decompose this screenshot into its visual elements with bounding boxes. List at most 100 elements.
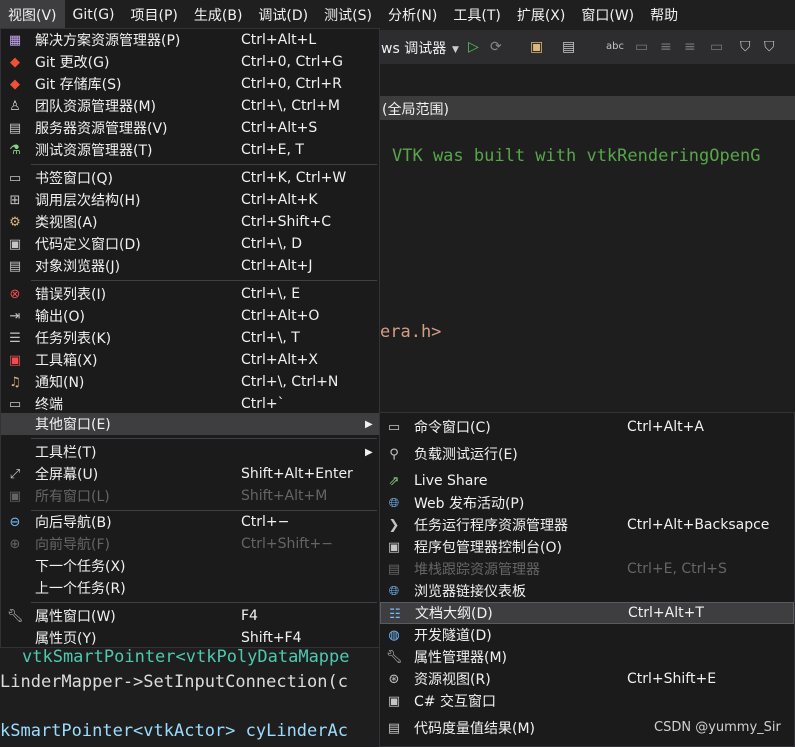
navigate-back-icon: ⊖ <box>9 514 21 530</box>
code-comment: VTK was built with vtkRenderingOpenG <box>392 146 761 166</box>
menu-build[interactable]: 生成(B) <box>186 0 251 30</box>
menu-item-task-list[interactable]: ☰ 任务列表(K) Ctrl+\, T <box>1 327 379 349</box>
uncomment-icon[interactable]: ▭ <box>710 38 723 56</box>
code-line: LinderMapper->SetInputConnection(c <box>0 672 348 692</box>
debugger-dropdown[interactable]: ws 调试器 <box>381 38 446 58</box>
menu-item-property-pages[interactable]: 属性页(Y) Shift+F4 <box>1 627 379 649</box>
chevron-right-icon: ❯ <box>388 517 400 533</box>
menu-item-solution-explorer[interactable]: ▦ 解决方案资源管理器(P) Ctrl+Alt+L <box>1 29 379 51</box>
menu-tools[interactable]: 工具(T) <box>445 0 508 30</box>
layout-icon[interactable]: ▤ <box>562 38 575 56</box>
menu-item-object-browser[interactable]: ▤ 对象浏览器(J) Ctrl+Alt+J <box>1 255 379 277</box>
menu-item-toolbox[interactable]: ▣ 工具箱(X) Ctrl+Alt+X <box>1 349 379 371</box>
submenu-item-dev-tunnel[interactable]: ◍ 开发隧道(D) <box>380 624 794 646</box>
menu-separator <box>31 438 377 439</box>
class-view-icon: ⚙ <box>9 214 21 230</box>
menu-test[interactable]: 测试(S) <box>316 0 380 30</box>
bookmark-next-icon[interactable]: ⛉ <box>764 38 775 56</box>
comment-icon[interactable]: ▭ <box>635 38 648 56</box>
indent-icon[interactable]: ≡ <box>660 38 672 56</box>
solution-explorer-icon: ▦ <box>8 32 22 48</box>
folder-icon[interactable]: ▣ <box>530 38 543 56</box>
menu-view[interactable]: 视图(V) <box>0 0 65 30</box>
menu-separator <box>31 280 377 281</box>
menu-item-terminal[interactable]: ▭ 终端 Ctrl+` <box>1 393 379 415</box>
submenu-arrow-icon: ▶ <box>365 418 373 430</box>
command-window-icon: ▭ <box>387 419 401 435</box>
watermark: CSDN @yummy_Sir <box>654 720 781 735</box>
submenu-item-browser-link[interactable]: 🌐︎ 浏览器链接仪表板 <box>380 580 794 602</box>
menu-item-bookmark-window[interactable]: ▭ 书签窗口(Q) Ctrl+K, Ctrl+W <box>1 167 379 189</box>
call-hierarchy-icon: ⊞ <box>9 192 21 208</box>
stack-trace-icon: ▤ <box>387 561 401 577</box>
submenu-arrow-icon: ▶ <box>365 446 373 458</box>
menu-item-toolbars[interactable]: 工具栏(T) ▶ <box>1 441 379 463</box>
submenu-item-package-console[interactable]: ▣ 程序包管理器控制台(O) <box>380 536 794 558</box>
package-console-icon: ▣ <box>387 539 401 555</box>
bookmark-icon[interactable]: ⛉ <box>740 38 751 56</box>
resource-view-icon: ⊛ <box>388 671 400 687</box>
error-list-icon: ⊗ <box>9 286 21 302</box>
menu-item-other-windows[interactable]: 其他窗口(E) ▶ <box>1 413 379 435</box>
live-share-icon: ⇗ <box>388 473 400 489</box>
menu-debug[interactable]: 调试(D) <box>250 0 316 30</box>
menu-git[interactable]: Git(G) <box>65 0 123 30</box>
menu-separator <box>31 164 377 165</box>
menu-item-call-hierarchy[interactable]: ⊞ 调用层次结构(H) Ctrl+Alt+K <box>1 189 379 211</box>
property-manager-icon: 🔧︎ <box>385 649 403 665</box>
scope-dropdown[interactable]: (全局范围) <box>382 99 449 119</box>
menu-analyze[interactable]: 分析(N) <box>380 0 445 30</box>
hot-reload-icon[interactable]: ⟳ <box>490 38 502 56</box>
menu-item-git-repository[interactable]: ◆ Git 存储库(S) Ctrl+0, Ctrl+R <box>1 73 379 95</box>
menu-item-next-task[interactable]: 下一个任务(X) <box>1 555 379 577</box>
server-explorer-icon: ▤ <box>8 120 22 136</box>
menu-project[interactable]: 项目(P) <box>123 0 186 30</box>
submenu-item-task-runner[interactable]: ❯ 任务运行程序资源管理器 Ctrl+Alt+Backsapce <box>380 514 794 536</box>
spellcheck-icon[interactable]: abc <box>606 38 624 56</box>
csharp-interactive-icon: ▣ <box>387 693 401 709</box>
output-icon: ⇥ <box>9 308 21 324</box>
git-changes-icon: ◆ <box>10 54 20 70</box>
submenu-item-document-outline[interactable]: ☷ 文档大纲(D) Ctrl+Alt+T <box>380 602 794 624</box>
menu-item-properties-window[interactable]: 🔧︎ 属性窗口(W) F4 <box>1 605 379 627</box>
menu-window[interactable]: 窗口(W) <box>573 0 642 30</box>
menu-item-notifications[interactable]: ♫ 通知(N) Ctrl+\, Ctrl+N <box>1 371 379 393</box>
menu-item-previous-task[interactable]: 上一个任务(R) <box>1 577 379 599</box>
submenu-item-stack-trace: ▤ 堆栈跟踪资源管理器 Ctrl+E, Ctrl+S <box>380 558 794 580</box>
code-line: vtkSmartPointer<vtkPolyDataMappe <box>22 647 350 667</box>
menu-extensions[interactable]: 扩展(X) <box>509 0 574 30</box>
menu-item-server-explorer[interactable]: ▤ 服务器资源管理器(V) Ctrl+Alt+S <box>1 117 379 139</box>
menu-item-code-definition[interactable]: ▣ 代码定义窗口(D) Ctrl+\, D <box>1 233 379 255</box>
object-browser-icon: ▤ <box>8 258 22 274</box>
submenu-item-property-manager[interactable]: 🔧︎ 属性管理器(M) <box>380 646 794 668</box>
menu-item-class-view[interactable]: ⚙ 类视图(A) Ctrl+Shift+C <box>1 211 379 233</box>
other-windows-submenu: ▭ 命令窗口(C) Ctrl+Alt+A ⚲ 负载测试运行(E) ⇗ Live … <box>379 412 795 747</box>
submenu-item-command-window[interactable]: ▭ 命令窗口(C) Ctrl+Alt+A <box>380 416 794 438</box>
wrench-icon: 🔧︎ <box>6 608 24 624</box>
dropdown-arrow-icon[interactable]: ▼ <box>452 41 459 59</box>
code-include: era.h> <box>380 322 442 342</box>
menu-item-error-list[interactable]: ⊗ 错误列表(I) Ctrl+\, E <box>1 283 379 305</box>
code-metrics-icon: ▤ <box>387 720 401 736</box>
submenu-item-live-share[interactable]: ⇗ Live Share <box>380 470 794 492</box>
submenu-item-resource-view[interactable]: ⊛ 资源视图(R) Ctrl+Shift+E <box>380 668 794 690</box>
menu-item-test-explorer[interactable]: ⚗ 测试资源管理器(T) Ctrl+E, T <box>1 139 379 161</box>
code-line: kSmartPointer<vtkActor> cyLinderAc <box>0 721 348 741</box>
menu-item-navigate-back[interactable]: ⊖ 向后导航(B) Ctrl+− <box>1 511 379 533</box>
submenu-item-load-test[interactable]: ⚲ 负载测试运行(E) <box>380 443 794 465</box>
menu-item-team-explorer[interactable]: ♙ 团队资源管理器(M) Ctrl+\, Ctrl+M <box>1 95 379 117</box>
load-test-icon: ⚲ <box>389 446 399 462</box>
view-menu-dropdown: ▦ 解决方案资源管理器(P) Ctrl+Alt+L ◆ Git 更改(G) Ct… <box>0 28 380 648</box>
submenu-item-csharp-interactive[interactable]: ▣ C# 交互窗口 <box>380 690 794 712</box>
dev-tunnel-icon: ◍ <box>388 627 400 643</box>
all-windows-icon: ▣ <box>8 488 22 504</box>
toolbox-icon: ▣ <box>8 352 22 368</box>
menu-help[interactable]: 帮助 <box>642 0 686 30</box>
outdent-icon[interactable]: ≡ <box>684 38 696 56</box>
start-debug-icon[interactable]: ▷ <box>468 38 479 56</box>
submenu-item-web-publish[interactable]: 🌐︎ Web 发布活动(P) <box>380 492 794 514</box>
menu-item-output[interactable]: ⇥ 输出(O) Ctrl+Alt+O <box>1 305 379 327</box>
task-list-icon: ☰ <box>9 330 21 346</box>
menu-item-full-screen[interactable]: ⤢ 全屏幕(U) Shift+Alt+Enter <box>1 463 379 485</box>
menu-item-git-changes[interactable]: ◆ Git 更改(G) Ctrl+0, Ctrl+G <box>1 51 379 73</box>
